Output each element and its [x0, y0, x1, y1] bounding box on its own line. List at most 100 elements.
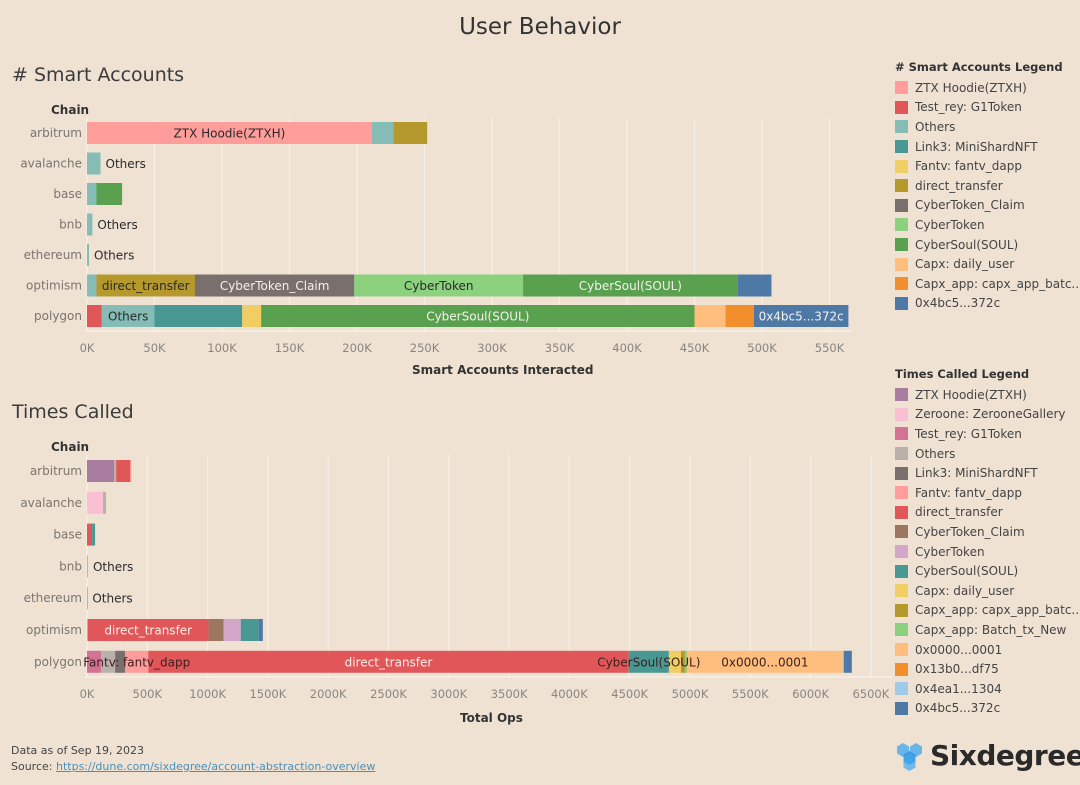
- legend-swatch: [895, 486, 908, 500]
- x-tick-label: 4500K: [611, 687, 648, 701]
- legend-item-link3-minishardnft[interactable]: Link3: MiniShardNFT: [895, 463, 1079, 483]
- source-line: Source: https://dune.com/sixdegree/accou…: [11, 759, 375, 775]
- x-tick-label: 6000K: [792, 687, 829, 701]
- bar-segment-fantv-fantv-dapp[interactable]: [130, 460, 132, 482]
- bar-segment-0x4bc5-372c[interactable]: [258, 619, 263, 641]
- chain-label: ethereum: [24, 591, 82, 605]
- bar-segment-others[interactable]: [114, 460, 117, 482]
- x-tick-label: 5000K: [672, 687, 709, 701]
- legend-item-capx-app-capx-app-batc[interactable]: Capx_app: capx_app_batc..: [895, 601, 1079, 621]
- bar-data-label: direct_transfer: [104, 624, 192, 638]
- legend-item-others[interactable]: Others: [895, 117, 1079, 137]
- bar-segment-ztx-hoodie-ztxh[interactable]: [87, 460, 115, 482]
- legend-swatch: [895, 257, 908, 271]
- bar-segment-cybersoul-soul[interactable]: [240, 619, 259, 641]
- legend-swatch: [895, 81, 908, 95]
- legend-item-cybertoken[interactable]: CyberToken: [895, 542, 1079, 562]
- legend-swatch: [895, 525, 908, 539]
- bar-segment-cybertoken-claim[interactable]: [208, 619, 224, 641]
- legend-item-capx-app-batch-tx-new[interactable]: Capx_app: Batch_tx_New: [895, 620, 1079, 640]
- legend-item-ztx-hoodie-ztxh[interactable]: ZTX Hoodie(ZTXH): [895, 78, 1079, 98]
- legend-item-0x13b0-df75[interactable]: 0x13b0...df75: [895, 659, 1079, 679]
- legend-swatch: [895, 388, 908, 402]
- legend-item-0x4bc5-372c[interactable]: 0x4bc5...372c: [895, 294, 1079, 314]
- chain-label: base: [53, 528, 82, 542]
- legend-item-0x0000-0001[interactable]: 0x0000...0001: [895, 640, 1079, 660]
- legend-item-test-rey-g1token[interactable]: Test_rey: G1Token: [895, 98, 1079, 118]
- legend-swatch: [895, 564, 908, 578]
- legend-item-capx-app-capx-app-batc[interactable]: Capx_app: capx_app_batc..: [895, 274, 1079, 294]
- bar-segment-others[interactable]: [87, 587, 88, 610]
- legend-label: CyberSoul(SOUL): [915, 564, 1019, 579]
- legend-item-cybertoken-claim[interactable]: CyberToken_Claim: [895, 196, 1079, 216]
- source-link[interactable]: https://dune.com/sixdegree/account-abstr…: [56, 760, 375, 773]
- legend-swatch: [895, 159, 908, 173]
- legend-item-fantv-fantv-dapp[interactable]: Fantv: fantv_dapp: [895, 156, 1079, 176]
- bar-segment-others[interactable]: [87, 619, 88, 641]
- legend-item-zeroone-zeroonegallery[interactable]: Zeroone: ZerooneGallery: [895, 405, 1079, 425]
- legend-title: # Smart Accounts Legend: [895, 60, 1063, 74]
- legend-swatch: [895, 447, 908, 461]
- legend-label: Link3: MiniShardNFT: [915, 139, 1038, 154]
- legend-label: CyberToken_Claim: [915, 198, 1025, 213]
- legend-item-ztx-hoodie-ztxh[interactable]: ZTX Hoodie(ZTXH): [895, 385, 1079, 405]
- bar-segment-cybersoul-soul[interactable]: [92, 523, 96, 546]
- legend-swatch: [895, 584, 908, 598]
- legend-item-others[interactable]: Others: [895, 444, 1079, 464]
- legend-item-cybertoken[interactable]: CyberToken: [895, 215, 1079, 235]
- legend-label: Capx_app: capx_app_batc..: [915, 603, 1080, 618]
- legend-label: Test_rey: G1Token: [915, 426, 1022, 441]
- legend-swatch: [895, 682, 908, 696]
- x-tick-label: 5500K: [732, 687, 769, 701]
- bar-segment-cybertoken[interactable]: [223, 619, 241, 641]
- legend-item-capx-daily-user[interactable]: Capx: daily_user: [895, 254, 1079, 274]
- x-tick-label: 1500K: [249, 687, 286, 701]
- x-tick-label: 1000K: [189, 687, 226, 701]
- chain-label: arbitrum: [30, 464, 82, 478]
- legend-label: CyberToken: [915, 217, 985, 232]
- x-tick-label: 3000K: [430, 687, 467, 701]
- legend-swatch: [895, 603, 908, 617]
- legend-item-cybersoul-soul[interactable]: CyberSoul(SOUL): [895, 561, 1079, 581]
- legend-item-direct-transfer[interactable]: direct_transfer: [895, 176, 1079, 196]
- bar-segment-direct-transfer[interactable]: [116, 460, 131, 482]
- legend-label: 0x0000...0001: [915, 642, 1003, 657]
- bar-segment-0x4bc5-372c[interactable]: [843, 650, 852, 673]
- brand-name: Sixdegree: [930, 739, 1080, 772]
- bar-segment-zeroone-zeroonegallery[interactable]: [87, 491, 104, 514]
- bar-segment-others[interactable]: [103, 491, 107, 514]
- legend-item-test-rey-g1token[interactable]: Test_rey: G1Token: [895, 424, 1079, 444]
- x-tick-label: 2500K: [370, 687, 407, 701]
- legend-item-fantv-fantv-dapp[interactable]: Fantv: fantv_dapp: [895, 483, 1079, 503]
- footer: Data as of Sep 19, 2023 Source: https://…: [11, 743, 375, 775]
- hexagon-cluster-icon: [897, 742, 922, 771]
- legend-label: Test_rey: G1Token: [915, 100, 1022, 115]
- legend-swatch: [895, 466, 908, 480]
- data-as-of: Data as of Sep 19, 2023: [11, 744, 145, 757]
- legend-item-0x4bc5-372c[interactable]: 0x4bc5...372c: [895, 699, 1079, 719]
- x-tick-label: 2000K: [310, 687, 347, 701]
- legend-label: 0x4ea1...1304: [915, 681, 1002, 696]
- legend-item-link3-minishardnft[interactable]: Link3: MiniShardNFT: [895, 137, 1079, 157]
- legend-item-cybersoul-soul[interactable]: CyberSoul(SOUL): [895, 235, 1079, 255]
- bar-segment-others[interactable]: [87, 555, 88, 578]
- legend-label: CyberSoul(SOUL): [915, 237, 1019, 252]
- x-tick-label: 0K: [80, 687, 95, 701]
- bar-segment-direct-transfer[interactable]: [87, 523, 93, 546]
- legend-item-capx-daily-user[interactable]: Capx: daily_user: [895, 581, 1079, 601]
- legend-label: direct_transfer: [915, 505, 1003, 520]
- legend-swatch: [895, 198, 908, 212]
- legend-item-direct-transfer[interactable]: direct_transfer: [895, 503, 1079, 523]
- x-tick-label: 500K: [133, 687, 163, 701]
- legend-item-cybertoken-claim[interactable]: CyberToken_Claim: [895, 522, 1079, 542]
- bar-data-label: direct_transfer: [345, 655, 433, 669]
- bar-segment-0x4ea1-1304[interactable]: [842, 650, 844, 673]
- chain-label: optimism: [26, 623, 82, 637]
- bar-data-label: 0x0000...0001: [721, 655, 808, 669]
- legend-item-0x4ea1-1304[interactable]: 0x4ea1...1304: [895, 679, 1079, 699]
- legend-label: ZTX Hoodie(ZTXH): [915, 80, 1027, 95]
- legend-label: ZTX Hoodie(ZTXH): [915, 387, 1027, 402]
- legend-swatch: [895, 545, 908, 559]
- legend-swatch: [895, 505, 908, 519]
- legend-label: Others: [915, 119, 956, 134]
